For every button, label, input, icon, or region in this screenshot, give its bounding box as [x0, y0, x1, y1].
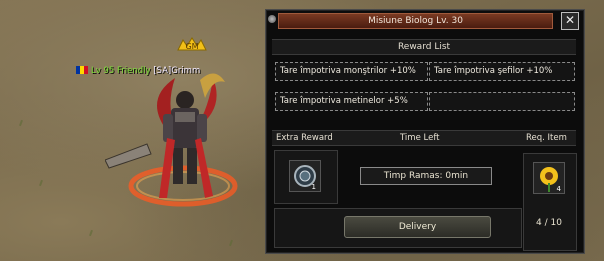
reward-slot-2: Tare împotriva şefilor +10% — [429, 62, 575, 81]
reward-text-3: Tare împotriva metinelor +5% — [280, 96, 408, 106]
window-gem-icon — [268, 15, 276, 23]
window-title-bar[interactable]: Misiune Biolog Lv. 30 — [278, 13, 553, 29]
req-item-label: Req. Item — [526, 133, 567, 143]
window-title: Misiune Biolog Lv. 30 — [368, 16, 463, 26]
player-character-sprite[interactable] — [105, 68, 265, 218]
reward-slot-4 — [429, 92, 575, 111]
romania-flag-icon — [76, 66, 88, 74]
extra-reward-item-slot[interactable]: 1 — [289, 160, 321, 192]
sunflower-item-icon: 4 — [540, 167, 562, 193]
time-remaining-display: Timp Ramas: 0min — [360, 167, 492, 185]
reward-slot-3: Tare împotriva metinelor +5% — [275, 92, 428, 111]
ring-item-icon: 1 — [294, 165, 316, 191]
extra-reward-item-count: 1 — [312, 183, 316, 191]
gm-badge-text: GM — [185, 42, 198, 51]
reward-list-label: Reward List — [397, 42, 451, 52]
delivery-button[interactable]: Delivery — [344, 216, 491, 238]
delivery-button-label: Delivery — [398, 222, 437, 232]
reward-text-2: Tare împotriva şefilor +10% — [434, 66, 553, 76]
reward-slot-1: Tare împotriva monştrilor +10% — [275, 62, 428, 81]
close-icon: ✕ — [564, 13, 576, 27]
required-item-slot[interactable]: 4 — [533, 162, 565, 194]
required-item-count: 4 — [557, 185, 562, 193]
delivery-progress: 4 / 10 — [536, 218, 562, 228]
reward-text-1: Tare împotriva monştrilor +10% — [280, 66, 416, 76]
reward-list-header: Reward List — [272, 39, 576, 55]
close-button[interactable]: ✕ — [561, 12, 579, 30]
gm-badge-icon: GM — [177, 37, 207, 51]
time-remaining-text: Timp Ramas: 0min — [383, 171, 469, 181]
extra-reward-label: Extra Reward — [276, 133, 333, 143]
quest-window: Misiune Biolog Lv. 30 ✕ Reward List Tare… — [265, 9, 585, 254]
time-left-label: Time Left — [400, 133, 440, 143]
